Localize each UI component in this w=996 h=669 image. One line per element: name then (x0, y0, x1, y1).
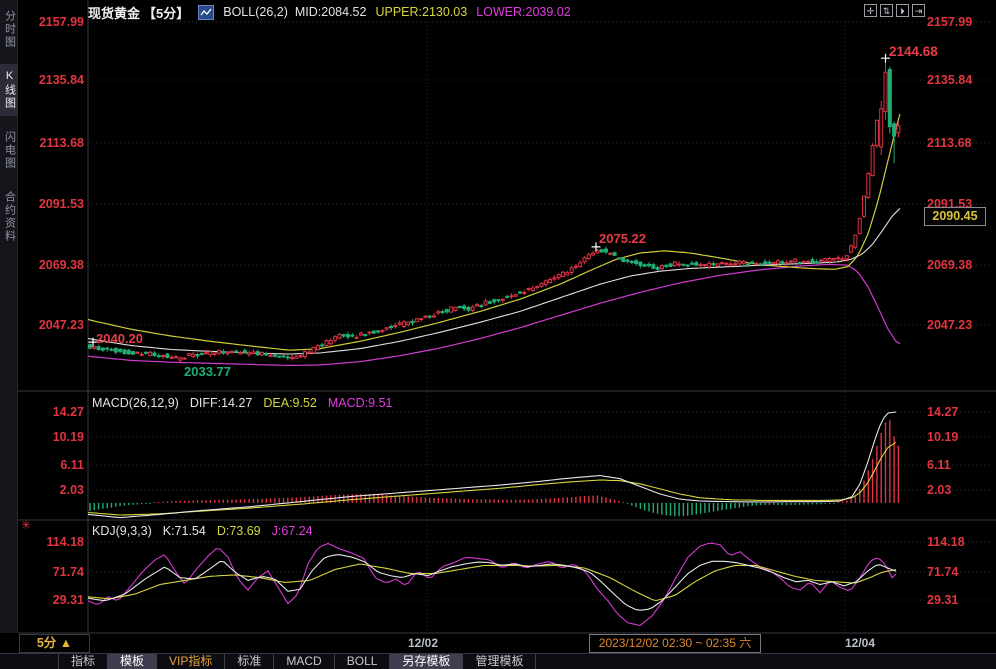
auto-scroll-icon[interactable]: ⏵ (896, 4, 909, 17)
local-high-label: 2075.22 (599, 231, 646, 246)
kdj-axis-label: 71.74 (18, 565, 84, 579)
period-arrow-icon: ▲ (60, 636, 72, 650)
kdj-k-value: K:71.54 (163, 524, 206, 538)
tab-standard[interactable]: 标准 (225, 654, 274, 669)
price-axis-label: 2157.99 (18, 15, 84, 29)
tab-indicators[interactable]: 指标 (58, 654, 108, 669)
macd-axis-label: 6.11 (18, 458, 84, 472)
kdj-axis-label: 71.74 (927, 565, 993, 579)
macd-axis-label: 10.19 (927, 430, 993, 444)
macd-axis-label: 10.19 (18, 430, 84, 444)
kdj-axis-label: 114.18 (927, 535, 993, 549)
price-axis-label: 2157.99 (927, 15, 993, 29)
tab-vip-indicators[interactable]: VIP指标 (157, 654, 225, 669)
tab-templates[interactable]: 模板 (108, 654, 157, 669)
tab-boll[interactable]: BOLL (335, 654, 391, 669)
kline-chart-icon (198, 5, 214, 20)
kdj-axis-label: 114.18 (18, 535, 84, 549)
left-sidebar: 分时图 K线图 闪电图 合约资料 (0, 0, 18, 633)
trading-terminal: 分时图 K线图 闪电图 合约资料 现货黄金 【5分】 BOLL(26,2) MI… (0, 0, 996, 669)
session-low-label: 2033.77 (184, 364, 231, 379)
kdj-header: KDJ(9,3,3) K:71.54 D:73.69 J:67.24 (92, 524, 313, 538)
symbol-title: 现货黄金 (88, 3, 140, 22)
macd-axis-label: 14.27 (927, 405, 993, 419)
macd-axis-label: 14.27 (18, 405, 84, 419)
price-axis-label: 2047.23 (18, 318, 84, 332)
first-price-label: 2040.20 (96, 331, 143, 346)
session-high-label: 2144.68 (889, 44, 938, 59)
kdj-axis-label: 29.31 (927, 593, 993, 607)
period-label: 【5分】 (143, 3, 189, 22)
sidebar-item-contract-info[interactable]: 合约资料 (0, 185, 18, 249)
bottom-tabbar: 指标 模板 VIP指标 标准 MACD BOLL 另存模板 管理模板 (0, 653, 996, 669)
macd-dea-value: DEA:9.52 (263, 396, 317, 410)
crosshair-time-tag: 2023/12/02 02:30 ~ 02:35 六 (589, 634, 761, 653)
chart-toolbar: ✛ ⇅ ⏵ ⇥ (864, 4, 925, 17)
pan-icon[interactable]: ✛ (864, 4, 877, 17)
macd-diff-value: DIFF:14.27 (190, 396, 253, 410)
latest-price-tag: 2090.45 (924, 207, 986, 226)
y-axis-scale-icon[interactable]: ⇅ (880, 4, 893, 17)
macd-indicator-label: MACD(26,12,9) (92, 396, 179, 410)
macd-axis-label: 6.11 (927, 458, 993, 472)
price-axis-label: 2135.84 (927, 73, 993, 87)
price-axis-label: 2113.68 (927, 136, 993, 150)
boll-lower-value: LOWER:2039.02 (476, 5, 571, 19)
page-forward-icon[interactable]: ⇥ (912, 4, 925, 17)
chart-canvas[interactable] (0, 0, 996, 669)
x-axis-date-left: 12/02 (408, 636, 438, 650)
kdj-j-value: J:67.24 (272, 524, 313, 538)
x-axis-date-right: 12/04 (845, 636, 875, 650)
sidebar-item-kline-chart[interactable]: K线图 (0, 64, 18, 116)
macd-axis-label: 2.03 (927, 483, 993, 497)
tab-macd[interactable]: MACD (274, 654, 334, 669)
boll-upper-value: UPPER:2130.03 (375, 5, 467, 19)
kdj-axis-label: 29.31 (18, 593, 84, 607)
indicator-settings-icon[interactable]: ✳ (21, 518, 31, 532)
period-selector[interactable]: 5分 ▲ (19, 634, 90, 653)
macd-header: MACD(26,12,9) DIFF:14.27 DEA:9.52 MACD:9… (92, 396, 393, 410)
price-axis-label: 2069.38 (927, 258, 993, 272)
boll-indicator-label: BOLL(26,2) (223, 5, 288, 19)
price-axis-label: 2113.68 (18, 136, 84, 150)
tab-save-template[interactable]: 另存模板 (390, 654, 463, 669)
period-value: 5分 (37, 636, 56, 650)
kdj-d-value: D:73.69 (217, 524, 261, 538)
kdj-indicator-label: KDJ(9,3,3) (92, 524, 152, 538)
tab-manage-template[interactable]: 管理模板 (463, 654, 536, 669)
sidebar-item-time-chart[interactable]: 分时图 (0, 4, 18, 55)
chart-header: 现货黄金 【5分】 BOLL(26,2) MID:2084.52 UPPER:2… (88, 3, 571, 21)
boll-mid-value: MID:2084.52 (295, 5, 367, 19)
price-axis-label: 2135.84 (18, 73, 84, 87)
price-axis-label: 2047.23 (927, 318, 993, 332)
macd-macd-value: MACD:9.51 (328, 396, 393, 410)
price-axis-label: 2069.38 (18, 258, 84, 272)
sidebar-item-lightning-chart[interactable]: 闪电图 (0, 125, 18, 176)
price-axis-label: 2091.53 (18, 197, 84, 211)
macd-axis-label: 2.03 (18, 483, 84, 497)
